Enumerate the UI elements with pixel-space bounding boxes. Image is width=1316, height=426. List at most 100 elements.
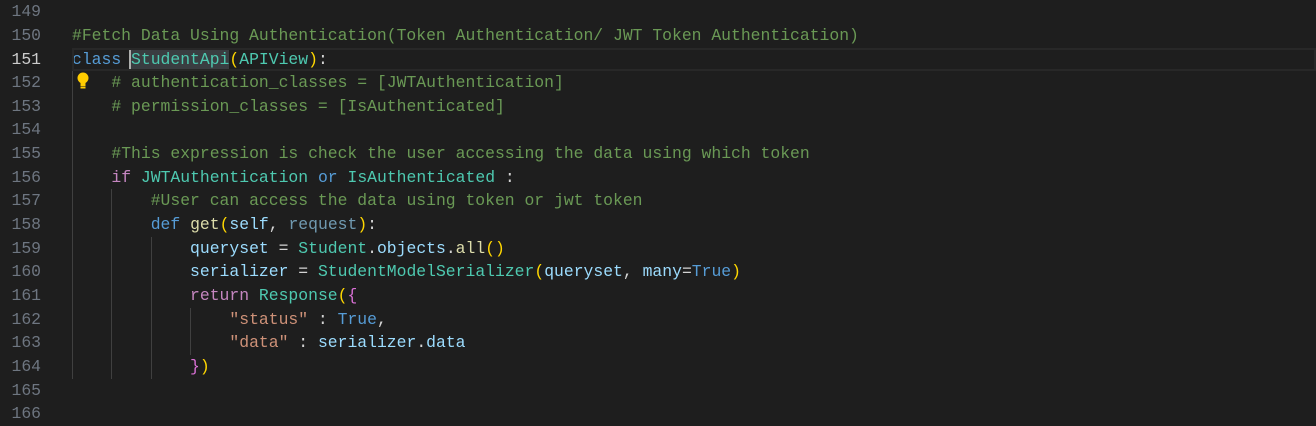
line-number: 150 [11,25,41,45]
code-text[interactable]: "data" : serializer.data [72,331,1316,355]
code-line[interactable]: 161 return Response({ [0,284,1316,308]
code-token: True [337,309,377,329]
indent-guide [190,307,192,355]
code-line[interactable]: 160 serializer = StudentModelSerializer(… [0,260,1316,284]
line-number: 158 [11,215,41,235]
code-token: IsAuthenticated [347,167,496,187]
code-line[interactable]: 163 "data" : serializer.data [0,331,1316,355]
code-line[interactable]: 153 # permission_classes = [IsAuthentica… [0,95,1316,119]
code-token: ) [308,49,318,69]
code-token: # permission_classes = [IsAuthenticated] [111,96,505,116]
code-token: "status" [229,309,309,329]
code-text[interactable]: queryset = Student.objects.all() [72,237,1316,261]
code-token: get [190,215,220,235]
code-token: request [288,215,358,235]
code-token: return [190,286,250,305]
line-number: 151 [11,49,41,69]
code-line[interactable]: 166 [0,402,1316,426]
code-line[interactable]: 155 #This expression is check the user a… [0,142,1316,166]
code-token: # authentication_classes = [JWTAuthentic… [111,73,564,93]
code-token: ) [199,356,210,376]
code-token: or [317,167,338,187]
code-token: serializer [190,262,289,282]
code-text[interactable]: class StudentApi(APIView): [72,47,1316,72]
code-line[interactable]: 156 if JWTAuthentication or IsAuthentica… [0,166,1316,190]
code-line[interactable]: 159 queryset = Student.objects.all() [0,237,1316,261]
code-token: , [376,309,387,329]
code-token: StudentModelSerializer [317,262,535,282]
indent-guide [72,71,73,379]
code-token: def [150,215,181,235]
code-token: class [72,49,122,69]
code-line[interactable]: 154 [0,118,1316,142]
code-text[interactable]: #Fetch Data Using Authentication(Token A… [72,24,1316,48]
code-token: , [268,215,289,235]
code-token: : [288,333,318,353]
code-text[interactable]: # authentication_classes = [JWTAuthentic… [72,71,1316,95]
code-token: } [190,356,200,376]
code-token: ( [337,286,348,305]
code-text[interactable]: # permission_classes = [IsAuthenticated] [72,95,1316,119]
line-number: 153 [11,96,41,116]
code-line[interactable]: 157 #User can access the data using toke… [0,189,1316,213]
code-text[interactable] [72,402,1316,426]
code-token: = [288,262,318,282]
code-token: all [455,238,486,258]
code-text[interactable]: #User can access the data using token or… [72,189,1316,213]
code-token: #User can access the data using token or… [150,191,643,211]
code-token: self [229,215,269,235]
code-text[interactable]: "status" : True, [72,308,1316,332]
line-number: 163 [11,333,41,353]
code-token: = [268,238,299,258]
code-line[interactable]: 150 #Fetch Data Using Authentication(Toke… [0,24,1316,48]
code-text[interactable]: serializer = StudentModelSerializer(quer… [72,260,1316,284]
line-number: 154 [11,120,41,140]
code-token: ) [357,215,368,235]
line-number: 157 [11,191,41,211]
code-text[interactable]: }) [72,355,1316,379]
code-text[interactable] [72,379,1316,403]
code-token: True [691,262,732,282]
code-token: JWTAuthentication [140,167,309,187]
indent-guide [111,189,113,379]
code-line[interactable]: 162 "status" : True, [0,308,1316,332]
line-number: 149 [11,2,41,22]
code-line[interactable]: 164 }) [0,355,1316,379]
code-line[interactable]: 158 def get(self, request): [0,213,1316,237]
code-editor[interactable]: 149 150 #Fetch Data Using Authentication(T… [0,0,1316,426]
code-line[interactable]: 151 class StudentApi(APIView): [0,47,1316,72]
line-number: 162 [11,309,41,329]
code-token: data [426,333,466,353]
code-text[interactable]: return Response({ [72,284,1316,308]
code-token: serializer [317,333,417,353]
code-line[interactable]: 149 [0,0,1316,24]
code-token: many [642,262,682,282]
code-token: queryset [544,262,623,282]
code-text[interactable]: if JWTAuthentication or IsAuthenticated … [72,166,1316,190]
code-token: "data" [229,333,289,353]
line-number: 152 [11,73,41,93]
code-line[interactable]: 165 [0,379,1316,403]
code-token: . [416,333,427,353]
code-text[interactable] [72,118,1316,142]
code-token: APIView [239,49,309,69]
code-token: Student [298,238,368,258]
line-number: 166 [11,404,41,424]
code-line[interactable]: 152 # authentication_classes = [JWTAuthe… [0,71,1316,95]
lightbulb-icon[interactable] [76,72,90,90]
line-number: 160 [11,262,41,282]
code-text[interactable] [72,0,1316,24]
code-token: ( [534,262,545,282]
code-token: : [308,309,338,329]
code-text[interactable]: def get(self, request): [72,213,1316,237]
code-text[interactable]: #This expression is check the user acces… [72,142,1316,166]
code-token: queryset [190,238,269,258]
